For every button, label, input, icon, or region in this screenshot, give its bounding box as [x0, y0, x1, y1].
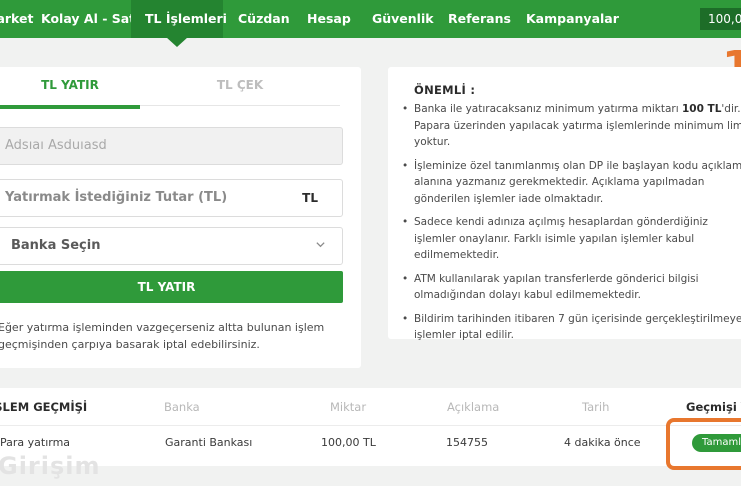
history-title: İŞLEM GEÇMİŞİ [0, 400, 88, 414]
transaction-history: İŞLEM GEÇMİŞİ Banka Miktar Açıklama Tari… [0, 388, 741, 466]
important-item: ATM kullanılarak yapılan transferlerde g… [400, 271, 741, 304]
column-tarih: Tarih [582, 400, 610, 414]
chevron-down-icon [315, 228, 326, 264]
deposit-card: TL YATIR TL ÇEK Adsıaı Asduıasd Yatırmak… [0, 67, 361, 368]
nav-item-tl-islemleri[interactable]: TL İşlemleri [131, 0, 227, 38]
important-item: Bildirim tarihinden itibaren 7 gün içeri… [400, 311, 741, 344]
row-amount: 100,00 TL [321, 436, 376, 449]
column-aciklama: Açıklama [447, 400, 500, 414]
nav-item-hesap[interactable]: Hesap [307, 0, 351, 38]
account-name-value: Adsıaı Asduıasd [5, 138, 107, 153]
important-item: Banka ile yatıracaksanız minimum yatırma… [400, 101, 741, 151]
amount-input[interactable]: Yatırmak İstediğiniz Tutar (TL) TL [0, 179, 343, 217]
important-item: Sadece kendi adınıza açılmış hesaplardan… [400, 214, 741, 264]
active-tab-caret [166, 37, 188, 47]
important-title: ÖNEMLİ : [414, 83, 476, 97]
nav-item-market[interactable]: Market [0, 0, 33, 38]
row-type: Para yatırma [0, 436, 71, 449]
history-divider [0, 425, 741, 426]
row-date: 4 dakika önce [564, 436, 641, 449]
bank-select-placeholder: Banka Seçin [11, 238, 101, 253]
top-nav: Market Kolay Al - Sat TL İşlemleri Cüzda… [0, 0, 741, 38]
column-banka: Banka [164, 400, 200, 414]
cancel-note: Eğer yatırma işleminden vazgeçerseniz al… [0, 321, 325, 351]
nav-item-referans[interactable]: Referans [448, 0, 511, 38]
nav-item-guvenlik[interactable]: Güvenlik [372, 0, 434, 38]
deposit-submit-button[interactable]: TL YATIR [0, 271, 343, 303]
nav-item-kolay-al-sat[interactable]: Kolay Al - Sat [41, 0, 135, 38]
column-miktar: Miktar [330, 400, 367, 414]
important-item: İşleminize özel tanımlanmış olan DP ile … [400, 158, 741, 208]
balance-display[interactable]: 100,00 [700, 8, 741, 30]
annotation-highlight-box [666, 418, 741, 470]
watermark: Girişim [0, 452, 101, 480]
tab-tl-cek[interactable]: TL ÇEK [140, 67, 340, 106]
bank-select[interactable]: Banka Seçin [0, 227, 343, 265]
nav-item-kampanyalar[interactable]: Kampanyalar [526, 0, 619, 38]
nav-item-cuzdan[interactable]: Cüzdan [238, 0, 290, 38]
account-name-field[interactable]: Adsıaı Asduıasd [0, 127, 343, 165]
amount-unit: TL [302, 191, 318, 205]
important-list: Banka ile yatıracaksanız minimum yatırma… [400, 101, 741, 351]
row-bank: Garanti Bankası [165, 436, 253, 449]
tab-tl-yatir[interactable]: TL YATIR [0, 67, 140, 109]
row-description: 154755 [446, 436, 488, 449]
important-card: ÖNEMLİ : Banka ile yatıracaksanız minimu… [388, 67, 741, 341]
load-history-link[interactable]: Geçmişi Yükle [686, 400, 741, 414]
amount-placeholder: Yatırmak İstediğiniz Tutar (TL) [5, 190, 228, 205]
